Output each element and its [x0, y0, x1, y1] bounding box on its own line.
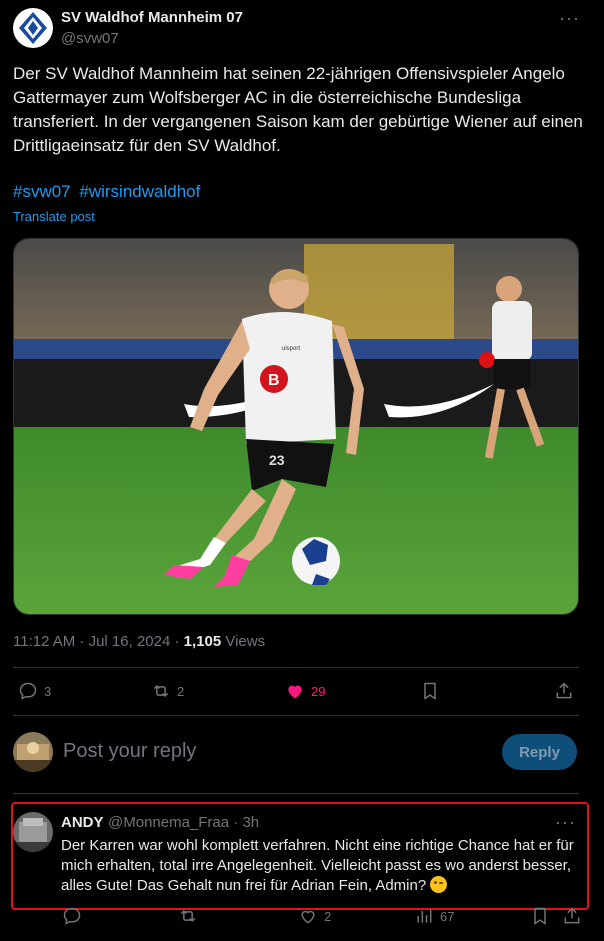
- repost-icon: [153, 684, 169, 698]
- divider: [13, 667, 579, 668]
- post-text: Der SV Waldhof Mannheim hat seinen 22-jä…: [13, 64, 583, 155]
- football-player-photo: B ulsport 23: [14, 239, 578, 614]
- comment-text: Der Karren war wohl komplett verfahren. …: [61, 836, 581, 896]
- bookmark-button[interactable]: [420, 681, 440, 701]
- bookmark-button[interactable]: [530, 906, 550, 926]
- comment-body: Der Karren war wohl komplett verfahren. …: [61, 837, 574, 894]
- bookmark-icon: [534, 907, 546, 925]
- current-user-avatar[interactable]: [13, 732, 53, 772]
- reply-button[interactable]: [62, 906, 82, 926]
- repost-button[interactable]: 2: [151, 681, 184, 701]
- views-label: Views: [221, 633, 266, 650]
- heart-icon: [288, 685, 302, 699]
- author-handle[interactable]: @svw07: [61, 30, 119, 47]
- winking-face-icon: [430, 876, 448, 893]
- reply-submit-button[interactable]: Reply: [502, 734, 577, 770]
- heart-icon: [301, 910, 315, 924]
- post-timestamp: 11:12 AM · Jul 16, 2024 · 1,105 Views: [13, 633, 265, 650]
- views-button[interactable]: 67: [414, 906, 454, 926]
- reply-icon: [63, 907, 81, 925]
- repost-icon: [180, 909, 196, 923]
- post-time[interactable]: 11:12 AM · Jul 16, 2024 ·: [13, 633, 184, 650]
- views-count: 67: [440, 908, 455, 924]
- comment-author-avatar[interactable]: [13, 812, 53, 852]
- hashtag-link[interactable]: #svw07: [13, 182, 71, 201]
- hashtag-link[interactable]: #wirsindwaldhof: [79, 182, 200, 201]
- bookmark-icon: [424, 682, 436, 700]
- more-icon[interactable]: ···: [555, 812, 576, 833]
- views-count: 1,105: [183, 633, 222, 650]
- divider: [13, 715, 579, 716]
- reply-input[interactable]: Post your reply: [63, 740, 196, 763]
- divider: [13, 793, 579, 794]
- hashtags: #svw07 #wirsindwaldhof: [13, 182, 204, 202]
- share-icon: [556, 682, 572, 699]
- share-button[interactable]: [562, 906, 582, 926]
- author-avatar[interactable]: [13, 8, 53, 48]
- share-button[interactable]: [554, 681, 574, 701]
- like-button[interactable]: 29: [285, 681, 325, 701]
- translate-link[interactable]: Translate post: [13, 209, 95, 224]
- more-icon[interactable]: ···: [559, 8, 580, 29]
- avatar-image: [13, 812, 53, 852]
- svg-text:B: B: [268, 372, 280, 389]
- author-name[interactable]: SV Waldhof Mannheim 07: [61, 9, 243, 26]
- repost-count: 2: [177, 683, 185, 699]
- share-icon: [564, 907, 580, 924]
- reply-count: 3: [44, 683, 52, 699]
- reply-button[interactable]: 3: [18, 681, 51, 701]
- comment-author-name[interactable]: ANDY: [61, 814, 104, 831]
- reply-icon: [19, 682, 37, 700]
- repost-button[interactable]: [178, 906, 198, 926]
- player-number: 23: [269, 452, 285, 468]
- avatar-image: [13, 732, 53, 772]
- comment-author-handle[interactable]: @Monnema_Fraa · 3h: [108, 814, 259, 831]
- post-image[interactable]: B ulsport 23: [13, 238, 579, 615]
- club-logo-icon: [19, 12, 47, 44]
- like-count: 29: [311, 683, 326, 699]
- views-icon: [417, 909, 432, 923]
- like-count: 2: [324, 908, 332, 924]
- like-button[interactable]: 2: [298, 906, 331, 926]
- sponsor-text: ulsport: [282, 346, 300, 352]
